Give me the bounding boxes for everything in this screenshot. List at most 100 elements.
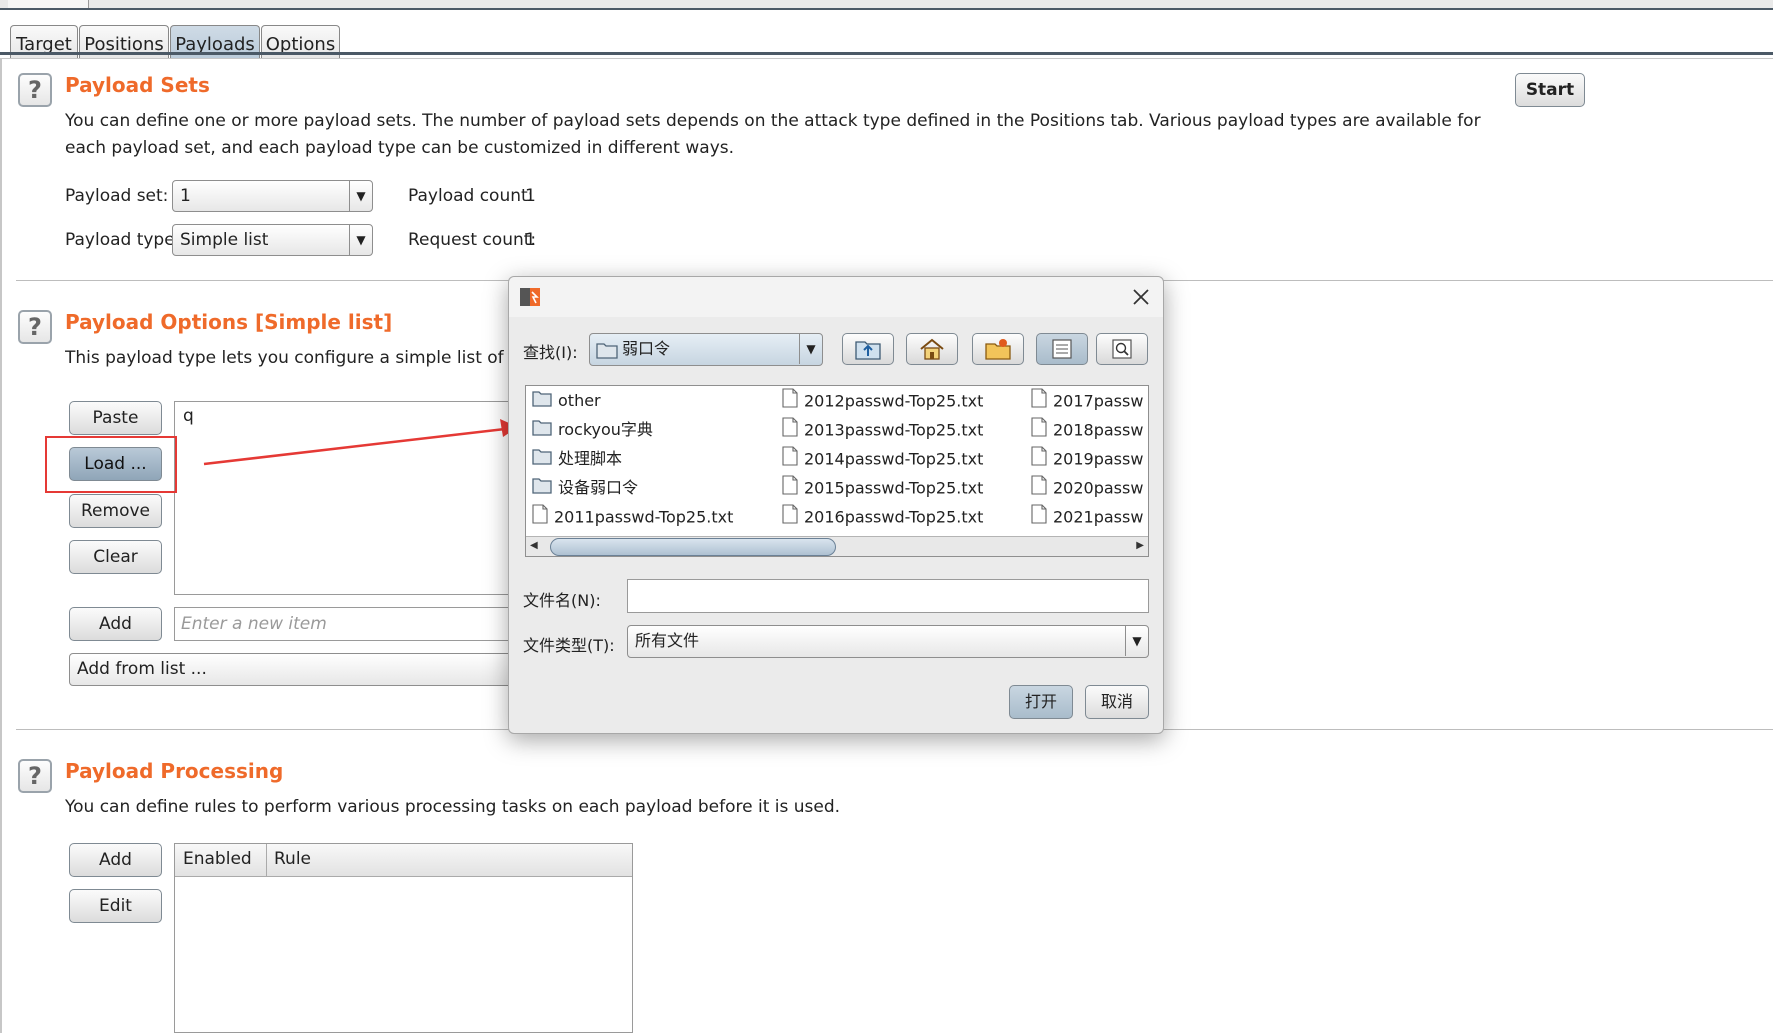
file-item[interactable]: 2011passwd-Top25.txt xyxy=(532,504,733,530)
new-folder-button[interactable] xyxy=(972,333,1024,365)
add-item-button[interactable]: Add xyxy=(69,607,162,641)
tab-options[interactable]: Options xyxy=(261,25,340,62)
payload-processing-description: You can define rules to perform various … xyxy=(65,797,841,817)
folder-item[interactable]: rockyou字典 xyxy=(532,417,653,443)
payload-options-title: Payload Options [Simple list] xyxy=(65,310,393,334)
folder-item[interactable]: other xyxy=(532,388,601,414)
payload-type-label: Payload type: xyxy=(65,230,181,250)
edit-rule-button[interactable]: Edit xyxy=(69,889,162,923)
tab-payloads[interactable]: Payloads xyxy=(170,25,260,62)
clear-button[interactable]: Clear xyxy=(69,540,162,574)
payload-set-select[interactable]: 1 ▼ xyxy=(172,180,373,212)
folder-icon xyxy=(532,389,552,415)
file-name: 2017passw xyxy=(1053,391,1144,411)
look-in-select[interactable]: 弱口令 ▼ xyxy=(589,333,823,366)
file-icon xyxy=(1031,446,1047,474)
add-rule-button[interactable]: Add xyxy=(69,843,162,877)
file-open-dialog: 查找(I): 弱口令 ▼ other rockyou字典 处理脚本 设备弱口令 … xyxy=(508,276,1164,734)
details-view-button[interactable] xyxy=(1096,333,1148,365)
new-item-placeholder: Enter a new item xyxy=(181,614,327,634)
dialog-titlebar xyxy=(509,277,1163,317)
scroll-left-icon[interactable]: ◀ xyxy=(530,540,538,551)
tab-bar: Target Positions Payloads Options xyxy=(0,10,1773,62)
chevron-down-icon: ▼ xyxy=(1125,626,1148,656)
details-view-icon xyxy=(1112,339,1132,359)
scroll-right-icon[interactable]: ▶ xyxy=(1136,540,1144,551)
upper-tab-stub[interactable] xyxy=(8,0,89,8)
file-name: 2012passwd-Top25.txt xyxy=(804,391,984,411)
tab-underline xyxy=(0,52,1773,55)
filetype-select[interactable]: 所有文件 ▼ xyxy=(627,625,1149,658)
file-item[interactable]: 2017passw xyxy=(1031,388,1143,414)
help-icon[interactable]: ? xyxy=(18,73,52,107)
tab-target[interactable]: Target xyxy=(10,25,78,62)
look-in-label: 查找(I): xyxy=(523,343,578,362)
folder-item[interactable]: 处理脚本 xyxy=(532,446,622,472)
scroll-thumb[interactable] xyxy=(550,538,836,556)
column-enabled[interactable]: Enabled xyxy=(183,849,252,869)
payload-set-value: 1 xyxy=(180,186,191,206)
chevron-down-icon: ▼ xyxy=(349,225,372,255)
horizontal-scrollbar[interactable]: ◀ ▶ xyxy=(526,536,1148,556)
file-name: 处理脚本 xyxy=(558,449,623,468)
help-icon[interactable]: ? xyxy=(18,310,52,344)
annotation-arrow xyxy=(203,419,518,466)
file-icon xyxy=(782,475,798,503)
folder-icon xyxy=(532,447,552,473)
payload-sets-title: Payload Sets xyxy=(65,73,210,97)
request-count-value: 1 xyxy=(525,230,536,250)
payload-sets-description: You can define one or more payload sets.… xyxy=(65,111,1481,158)
add-from-list-select[interactable]: Add from list ... xyxy=(69,653,514,686)
folder-item[interactable]: 设备弱口令 xyxy=(532,475,638,501)
payload-count-label: Payload count: xyxy=(408,186,534,206)
cancel-button[interactable]: 取消 xyxy=(1085,685,1149,719)
remove-button[interactable]: Remove xyxy=(69,494,162,528)
processing-rules-table[interactable]: Enabled Rule xyxy=(174,843,633,1033)
payload-options-description: This payload type lets you configure a s… xyxy=(65,348,515,368)
file-list[interactable]: other rockyou字典 处理脚本设备弱口令 2011passwd-Top25.… xyxy=(525,385,1149,557)
list-view-button[interactable] xyxy=(1036,333,1088,365)
list-view-icon xyxy=(1052,339,1072,359)
file-item[interactable]: 2015passwd-Top25.txt xyxy=(782,475,983,501)
file-name: 2013passwd-Top25.txt xyxy=(804,420,984,440)
new-folder-icon xyxy=(985,339,1011,360)
chevron-down-icon: ▼ xyxy=(799,334,822,364)
folder-icon xyxy=(596,343,618,359)
up-folder-icon xyxy=(855,341,881,360)
paste-button[interactable]: Paste xyxy=(69,401,162,435)
start-attack-button[interactable]: Start xyxy=(1515,73,1585,107)
file-icon xyxy=(782,446,798,474)
tab-positions[interactable]: Positions xyxy=(79,25,169,62)
payload-count-value: 1 xyxy=(525,186,536,206)
new-item-input[interactable]: Enter a new item xyxy=(174,607,514,641)
file-name: 设备弱口令 xyxy=(558,478,639,497)
file-item[interactable]: 2012passwd-Top25.txt xyxy=(782,388,983,414)
file-item[interactable]: 2013passwd-Top25.txt xyxy=(782,417,983,443)
column-divider xyxy=(266,844,267,876)
file-item[interactable]: 2021passw xyxy=(1031,504,1143,530)
file-name: 2016passwd-Top25.txt xyxy=(804,507,984,527)
add-from-list-label: Add from list ... xyxy=(77,659,207,679)
list-item[interactable]: q xyxy=(183,406,194,426)
file-name: 2019passw xyxy=(1053,449,1144,469)
file-icon xyxy=(1031,475,1047,503)
column-rule[interactable]: Rule xyxy=(274,849,311,869)
file-item[interactable]: 2016passwd-Top25.txt xyxy=(782,504,983,530)
file-icon xyxy=(782,504,798,532)
close-icon[interactable] xyxy=(1131,287,1151,307)
filetype-label: 文件类型(T): xyxy=(523,636,615,655)
payload-processing-title: Payload Processing xyxy=(65,759,284,783)
help-icon[interactable]: ? xyxy=(18,759,52,793)
home-button[interactable] xyxy=(906,333,958,365)
filename-input[interactable] xyxy=(627,579,1149,613)
table-header: Enabled Rule xyxy=(175,844,632,877)
file-item[interactable]: 2019passw xyxy=(1031,446,1143,472)
file-item[interactable]: 2020passw xyxy=(1031,475,1143,501)
up-folder-button[interactable] xyxy=(842,333,894,365)
payload-type-select[interactable]: Simple list ▼ xyxy=(172,224,373,256)
file-item[interactable]: 2014passwd-Top25.txt xyxy=(782,446,983,472)
file-icon xyxy=(782,417,798,445)
open-button[interactable]: 打开 xyxy=(1009,685,1073,719)
file-item[interactable]: 2018passw xyxy=(1031,417,1143,443)
file-name: rockyou字典 xyxy=(558,420,653,439)
